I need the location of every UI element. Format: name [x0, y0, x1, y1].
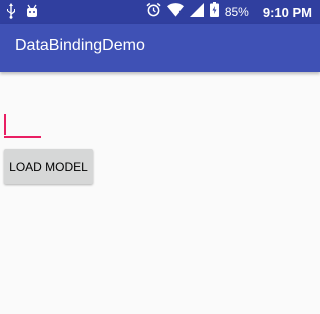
status-left-icons: [6, 3, 40, 24]
main-content: LOAD MODEL: [0, 72, 320, 314]
text-cursor: [4, 114, 6, 135]
android-icon: [24, 3, 40, 24]
signal-icon: [189, 2, 204, 22]
app-bar: DataBindingDemo: [0, 24, 320, 72]
text-input[interactable]: [4, 112, 41, 138]
app-title: DataBindingDemo: [15, 37, 145, 54]
usb-icon: [6, 3, 16, 24]
status-right-icons: 85% 9:10 PM: [146, 0, 312, 24]
alarm-icon: [146, 2, 161, 22]
load-model-button[interactable]: LOAD MODEL: [4, 149, 93, 184]
battery-percentage: 85%: [224, 5, 249, 19]
status-time: 9:10 PM: [262, 4, 312, 20]
status-bar: 85% 9:10 PM: [0, 0, 320, 24]
battery-icon: [209, 2, 219, 22]
wifi-icon: [166, 2, 184, 22]
